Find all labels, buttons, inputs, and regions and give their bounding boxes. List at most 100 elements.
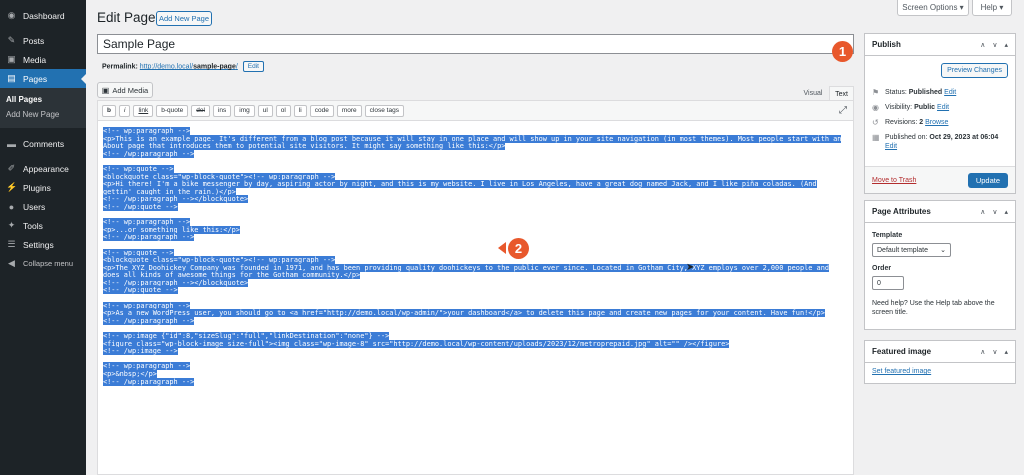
quicktag-b-button[interactable]: b (102, 104, 116, 117)
quicktag-ul-button[interactable]: ul (257, 104, 273, 117)
post-title-input[interactable]: Sample Page (97, 34, 854, 54)
plug-icon: ⚡ (6, 182, 18, 192)
permalink-label: Permalink: (102, 63, 138, 71)
code-textarea[interactable]: <!-- wp:paragraph --> <p>This is an examp… (98, 121, 853, 474)
quicktag-ins-button[interactable]: ins (212, 104, 232, 117)
publish-body: Preview Changes ⚑ Status: Published Edit … (865, 56, 1015, 158)
comment-icon: ▬ (7, 138, 16, 149)
settings-icon: ☰ (7, 239, 16, 249)
menu-label: Collapse menu (23, 259, 74, 268)
text-editor: b i link b-quote del ins img ul ol li code more clos… (97, 100, 854, 475)
menu-users[interactable]: ● Users (0, 197, 86, 216)
menu-tools[interactable]: ✦ Tools (0, 216, 86, 235)
revisions-browse-link[interactable]: Browse (925, 119, 948, 126)
move-down-icon[interactable]: ∨ (992, 348, 997, 356)
visibility-value: Public (914, 104, 936, 111)
screen-options-button[interactable]: Screen Options ▾ (897, 0, 969, 16)
move-up-icon[interactable]: ∧ (980, 41, 985, 49)
toggle-icon[interactable]: ▴ (1004, 41, 1008, 49)
code-line-text: <!-- wp:paragraph --> (103, 218, 191, 227)
permalink-end: / (235, 63, 238, 71)
visibility-label: Visibility: (885, 104, 913, 111)
publish-box: Publish ∧ ∨ ▴ Preview Changes ⚑ Status: Pub… (864, 33, 1016, 194)
media-icon: ▣ (101, 85, 110, 95)
user-icon: ● (8, 201, 15, 212)
code-line-text: <p>As a new WordPress user, you should g… (103, 309, 825, 318)
dashboard-icon: ◉ (7, 10, 16, 20)
code-line-text: <!-- /wp:paragraph --> (103, 233, 195, 242)
menu-pages[interactable]: ▤ Pages (0, 69, 86, 88)
template-select[interactable]: Default template ⌄ (872, 243, 951, 257)
featured-image-box: Featured image ∧ ∨ ▴ Set featured image (864, 340, 1016, 384)
code-line-text: <p>Hi there! I'm a bike messenger by day… (103, 180, 817, 189)
add-media-button[interactable]: ▣ Add Media (97, 82, 153, 98)
brush-icon: ✐ (7, 163, 16, 173)
visibility-edit-link[interactable]: Edit (937, 104, 949, 111)
submenu-all-pages[interactable]: All Pages (0, 92, 86, 107)
quicktag-b-quote-button[interactable]: b-quote (156, 104, 189, 117)
code-line: <!-- /wp:paragraph --></blockquote> (103, 195, 849, 204)
preview-changes-button[interactable]: Preview Changes (941, 63, 1008, 78)
pages-submenu: All Pages Add New Page (0, 88, 86, 128)
add-new-page-button[interactable]: Add New Page (156, 11, 212, 26)
quicktag-code-button[interactable]: code (309, 104, 334, 117)
code-line-text: <!-- /wp:paragraph --> (103, 377, 195, 386)
order-input[interactable]: 0 (872, 276, 904, 290)
tab-text[interactable]: Text (829, 86, 854, 101)
permalink-link[interactable]: http://demo.local/sample-page/ (140, 63, 238, 70)
page-title: Edit Page (97, 10, 156, 25)
move-down-icon[interactable]: ∨ (992, 41, 997, 49)
menu-collapse[interactable]: ◀ Collapse menu (0, 254, 86, 273)
menu-settings[interactable]: ☰ Settings (0, 235, 86, 254)
code-line-text: About page that introduces them to poten… (103, 142, 506, 151)
annotation-marker-2: 2 (498, 238, 529, 259)
help-button[interactable]: Help ▾ (972, 0, 1012, 16)
menu-appearance[interactable]: ✐ Appearance (0, 159, 86, 178)
menu-dashboard[interactable]: ◉ Dashboard (0, 6, 86, 25)
quicktag-i-button[interactable]: i (118, 104, 131, 117)
fullscreen-icon[interactable]: ⤢ (839, 105, 847, 116)
pin-icon: ✎ (7, 35, 16, 45)
featured-title: Featured image (872, 347, 932, 356)
quicktag-ol-button[interactable]: ol (275, 104, 291, 117)
submenu-add-new-page[interactable]: Add New Page (0, 107, 86, 122)
mouse-cursor-icon: ➤ (686, 262, 695, 273)
code-line-text: <blockquote class="wp-block-quote"><!-- … (103, 256, 336, 265)
quicktag-link-button[interactable]: link (133, 104, 154, 117)
code-line: About page that introduces them to poten… (103, 142, 849, 151)
code-line-text: <!-- /wp:image --> (103, 347, 178, 356)
attributes-title: Page Attributes (872, 207, 931, 216)
code-line: <p>...or something like this:</p> (103, 225, 849, 235)
toggle-icon[interactable]: ▴ (1004, 348, 1008, 356)
menu-plugins[interactable]: ⚡ Plugins (0, 178, 86, 197)
status-edit-link[interactable]: Edit (944, 89, 956, 96)
status-value: Published (908, 89, 943, 96)
move-down-icon[interactable]: ∨ (992, 208, 997, 216)
menu-media[interactable]: ▣ Media (0, 50, 86, 69)
quicktag-more-button[interactable]: more (336, 104, 362, 117)
publish-footer: Move to Trash Update (865, 166, 1015, 193)
set-featured-image-link[interactable]: Set featured image (872, 368, 931, 375)
quicktag-close-tags-button[interactable]: close tags (364, 104, 404, 117)
quicktag-li-button[interactable]: li (293, 104, 307, 117)
tab-visual[interactable]: Visual (799, 86, 827, 101)
permalink-edit-button[interactable]: Edit (242, 61, 264, 72)
published-on-edit-link[interactable]: Edit (885, 143, 897, 150)
marker-number: 2 (514, 241, 523, 256)
code-line: <figure class="wp-block-image size-full"… (103, 339, 849, 349)
move-up-icon[interactable]: ∧ (980, 208, 985, 216)
menu-posts[interactable]: ✎ Posts (0, 31, 86, 50)
toggle-icon[interactable]: ▴ (1004, 208, 1008, 216)
menu-comments[interactable]: ▬ Comments (0, 134, 86, 153)
chevron-down-icon: ⌄ (940, 247, 946, 254)
move-up-icon[interactable]: ∧ (980, 348, 985, 356)
quicktag-del-button[interactable]: del (191, 104, 210, 117)
code-line-text: <!-- /wp:quote --> (103, 202, 178, 211)
quicktag-img-button[interactable]: img (234, 104, 255, 117)
move-to-trash-link[interactable]: Move to Trash (872, 177, 916, 184)
update-button[interactable]: Update (967, 172, 1008, 188)
